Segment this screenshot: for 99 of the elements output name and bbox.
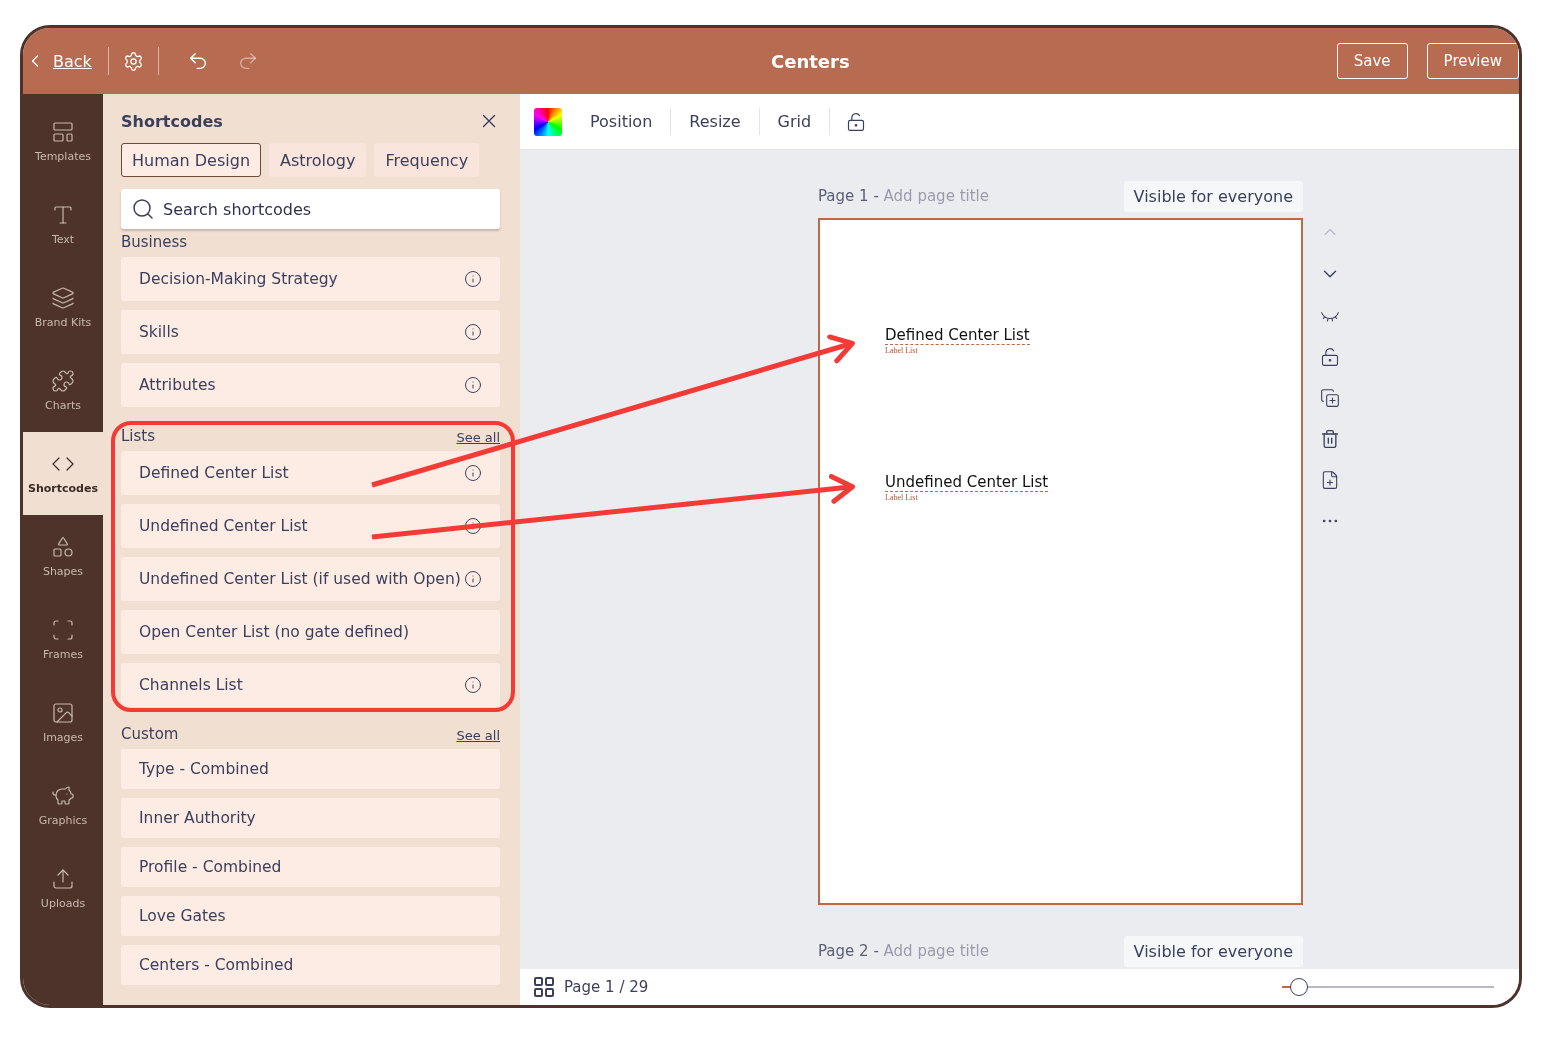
shortcode-item[interactable]: Defined Center List	[121, 451, 500, 495]
shortcode-label: Centers - Combined	[139, 956, 294, 974]
shortcode-item[interactable]: Love Gates	[121, 896, 500, 936]
shortcode-element[interactable]: Defined Center List	[885, 326, 1030, 345]
shortcode-label: Channels List	[139, 676, 243, 694]
section-title: Business	[121, 233, 188, 251]
visibility-button[interactable]: Visible for everyone	[1123, 180, 1303, 212]
lock-icon[interactable]	[846, 111, 867, 132]
shortcode-item[interactable]: Decision-Making Strategy	[121, 257, 500, 301]
page-label: Page 2 - Add page title	[818, 942, 989, 960]
document-title: Centers	[770, 50, 851, 72]
shortcode-item[interactable]: Profile - Combined	[121, 847, 500, 887]
sidebar-item[interactable]: Uploads	[23, 847, 103, 930]
back-link-label[interactable]: Back	[53, 51, 92, 71]
sidebar-item[interactable]: Graphics	[23, 764, 103, 847]
sidebar-item[interactable]: Frames	[23, 598, 103, 681]
grid-icon[interactable]	[532, 975, 556, 999]
sidebar-item[interactable]: Text	[23, 183, 103, 266]
puzzle-icon	[51, 369, 75, 393]
info-icon[interactable]	[464, 376, 482, 394]
shortcode-label: Undefined Center List	[139, 517, 308, 535]
section-title: Lists	[121, 427, 156, 445]
settings-icon[interactable]	[122, 50, 144, 72]
element-caption: Label List	[885, 493, 919, 502]
sidebar-item[interactable]: Shapes	[23, 515, 103, 598]
header-button[interactable]: Preview	[1426, 43, 1519, 79]
image-icon	[51, 701, 75, 725]
shortcode-label: Profile - Combined	[139, 858, 282, 876]
sidebar-item-label: Frames	[43, 648, 83, 661]
sidebar-item-label: Shortcodes	[28, 482, 98, 495]
shortcode-label: Undefined Center List (if used with Open)	[139, 570, 461, 588]
zoom-thumb[interactable]	[1289, 978, 1308, 996]
sidebar-item-label: Text	[51, 233, 75, 246]
color-swatch[interactable]	[534, 107, 562, 136]
shortcode-item[interactable]: Open Center List (no gate defined)	[121, 610, 500, 654]
layers-icon	[51, 286, 75, 310]
info-icon[interactable]	[464, 270, 482, 288]
shortcode-label: Skills	[139, 323, 179, 341]
toolbar-button[interactable]: Grid	[759, 108, 831, 135]
sidebar-item-label: Images	[42, 731, 84, 744]
page-label: Page 1 - Add page title	[818, 187, 989, 205]
info-icon[interactable]	[464, 570, 482, 588]
sidebar-item-label: Templates	[35, 150, 91, 163]
shortcode-item[interactable]: Centers - Combined	[121, 945, 500, 985]
shortcode-item[interactable]: Skills	[121, 310, 500, 354]
layout-icon	[51, 120, 75, 144]
back-link[interactable]: Back	[25, 51, 108, 71]
page-indicator: Page 1 / 29	[564, 978, 650, 996]
shortcode-label: Inner Authority	[139, 809, 256, 827]
frame-icon	[51, 618, 75, 642]
visibility-button[interactable]: Visible for everyone	[1123, 935, 1303, 967]
sidebar-item-label: Shapes	[42, 565, 84, 578]
add-page-icon[interactable]	[1320, 470, 1340, 490]
search-field[interactable]: Search shortcodes	[121, 189, 500, 229]
sidebar-item[interactable]: Templates	[23, 100, 103, 183]
see-all-link[interactable]: See all	[456, 728, 500, 743]
shortcode-label: Open Center List (no gate defined)	[139, 623, 409, 641]
shortcode-item[interactable]: Channels List	[121, 663, 500, 707]
shortcode-label: Attributes	[139, 376, 216, 394]
info-icon[interactable]	[464, 323, 482, 341]
category-tab[interactable]: Human Design	[121, 143, 262, 177]
trash-icon[interactable]	[1320, 429, 1340, 449]
info-icon[interactable]	[464, 517, 482, 535]
category-tab[interactable]: Frequency	[374, 143, 480, 177]
element-caption: Label List	[885, 346, 919, 355]
info-icon[interactable]	[464, 464, 482, 482]
info-icon[interactable]	[464, 676, 482, 694]
section-title: Custom	[121, 725, 179, 743]
shortcode-item[interactable]: Type - Combined	[121, 749, 500, 789]
shortcode-label: Defined Center List	[139, 464, 289, 482]
shortcode-label: Type - Combined	[139, 760, 269, 778]
duplicate-icon[interactable]	[1320, 388, 1340, 408]
shortcode-label: Love Gates	[139, 907, 226, 925]
upload-icon	[51, 867, 75, 891]
text-icon	[51, 203, 75, 227]
sidebar-item[interactable]: Charts	[23, 349, 103, 432]
sidebar-item-label: Graphics	[38, 814, 88, 827]
toolbar-button[interactable]: Position	[572, 108, 672, 135]
sidebar-item[interactable]: Images	[23, 681, 103, 764]
header-button[interactable]: Save	[1336, 43, 1408, 79]
see-all-link[interactable]: See all	[456, 430, 500, 445]
piggy-bank-icon	[51, 784, 75, 808]
sidebar-item[interactable]: Brand Kits	[23, 266, 103, 349]
shortcode-item[interactable]: Attributes	[121, 363, 500, 407]
toolbar-button[interactable]: Resize	[671, 108, 760, 135]
shortcode-item[interactable]: Undefined Center List (if used with Open)	[121, 557, 500, 601]
shortcode-item[interactable]: Inner Authority	[121, 798, 500, 838]
sidebar-item-label: Brand Kits	[34, 316, 92, 329]
shortcode-element[interactable]: Undefined Center List	[885, 473, 1049, 492]
lock-icon[interactable]	[1320, 347, 1340, 367]
search-icon	[131, 197, 155, 221]
category-tab[interactable]: Astrology	[269, 143, 367, 177]
shortcode-item[interactable]: Undefined Center List	[121, 504, 500, 548]
shortcode-label: Decision-Making Strategy	[139, 270, 338, 288]
panel-title: Shortcodes	[121, 111, 223, 131]
sidebar-item[interactable]: Shortcodes	[23, 432, 103, 515]
sidebar-item-label: Charts	[45, 399, 81, 412]
shapes-icon	[51, 535, 75, 559]
sidebar-item-label: Uploads	[40, 897, 86, 910]
